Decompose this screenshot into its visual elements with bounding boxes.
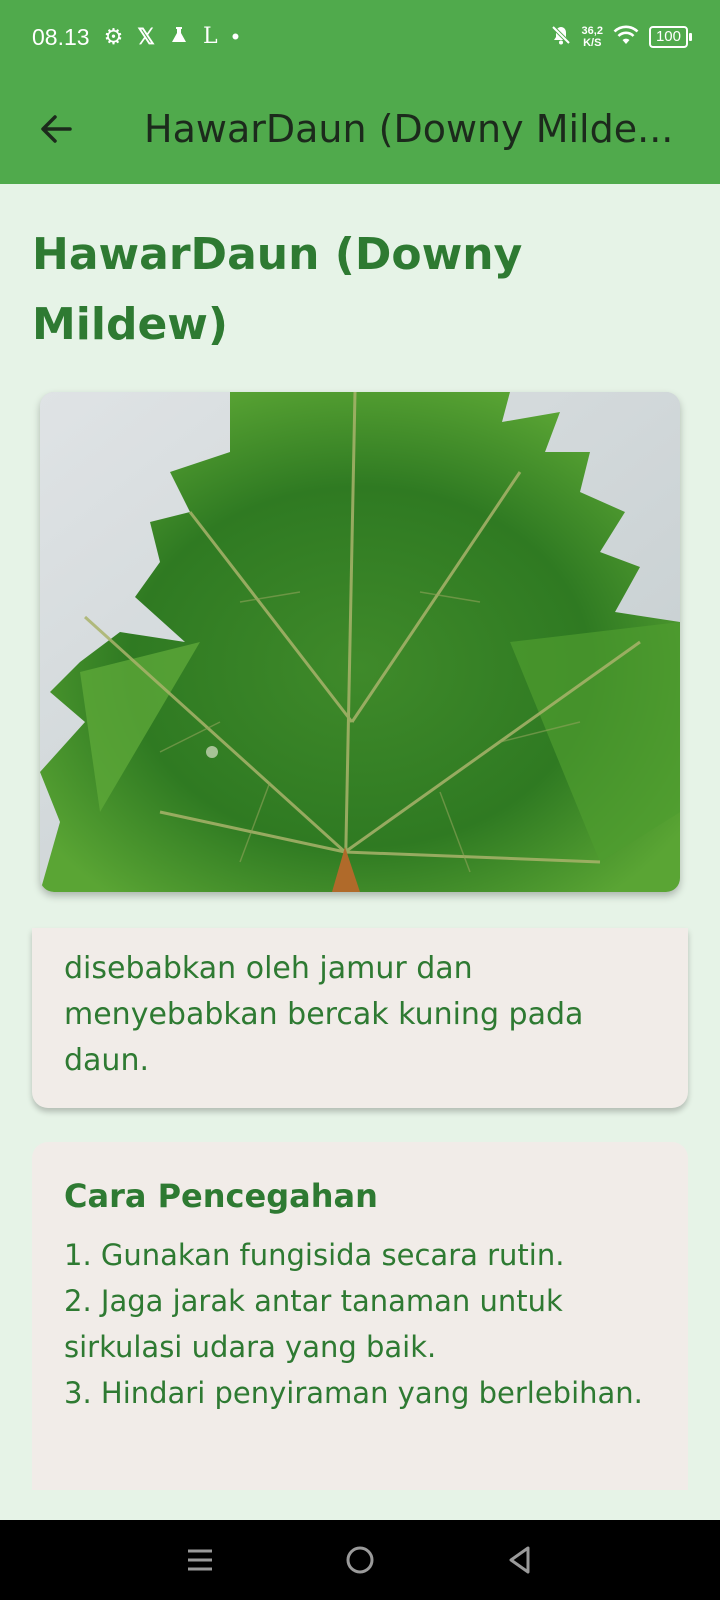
back-nav-button[interactable] — [490, 1530, 550, 1590]
status-right: 36,2 K/S 100 — [550, 24, 693, 51]
description-card: disebabkan oleh jamur dan menyebabkan be… — [32, 928, 688, 1108]
net-speed-value: 36,2 — [581, 25, 603, 37]
disease-image — [40, 392, 680, 892]
dot-icon: • — [231, 24, 240, 49]
description-text: disebabkan oleh jamur dan menyebabkan be… — [64, 951, 584, 1078]
app-bar-title: HawarDaun (Downy Milde... — [144, 107, 674, 151]
prevention-item: 1. Gunakan fungisida secara rutin. — [64, 1238, 565, 1272]
status-bar: 08.13 ⚙ 𝕏 L • 36,2 K/S 100 — [0, 0, 720, 74]
wifi-icon — [613, 24, 639, 51]
home-button[interactable] — [330, 1530, 390, 1590]
battery-icon: 100 — [648, 26, 693, 48]
flask-icon — [169, 25, 189, 49]
prevention-list: 1. Gunakan fungisida secara rutin. 2. Ja… — [64, 1232, 656, 1416]
back-button[interactable] — [28, 101, 84, 157]
prevention-card: Cara Pencegahan 1. Gunakan fungisida sec… — [32, 1142, 688, 1490]
circle-icon — [346, 1546, 374, 1574]
settings-icon: ⚙ — [103, 24, 124, 49]
arrow-left-icon — [41, 115, 72, 143]
status-time: 08.13 — [32, 23, 90, 50]
net-speed: 36,2 K/S — [582, 25, 603, 49]
x-icon: 𝕏 — [137, 24, 156, 49]
recent-apps-button[interactable] — [170, 1530, 230, 1590]
mute-icon — [550, 24, 572, 51]
net-speed-unit: K/S — [583, 37, 602, 49]
l-icon: L — [203, 24, 218, 49]
triangle-back-icon — [509, 1546, 530, 1574]
prevention-item: 3. Hindari penyiraman yang berlebihan. — [64, 1376, 643, 1410]
app-bar: HawarDaun (Downy Milde... — [0, 74, 720, 184]
menu-icon — [188, 1549, 212, 1571]
prevention-heading: Cara Pencegahan — [64, 1177, 378, 1215]
navigation-bar — [0, 1520, 720, 1600]
grape-leaf-image — [40, 392, 680, 892]
prevention-item: 2. Jaga jarak antar tanaman untuk sirkul… — [64, 1284, 563, 1364]
status-left: 08.13 ⚙ 𝕏 L • — [32, 24, 239, 51]
page-title: HawarDaun (Downy Mildew) — [32, 229, 523, 350]
